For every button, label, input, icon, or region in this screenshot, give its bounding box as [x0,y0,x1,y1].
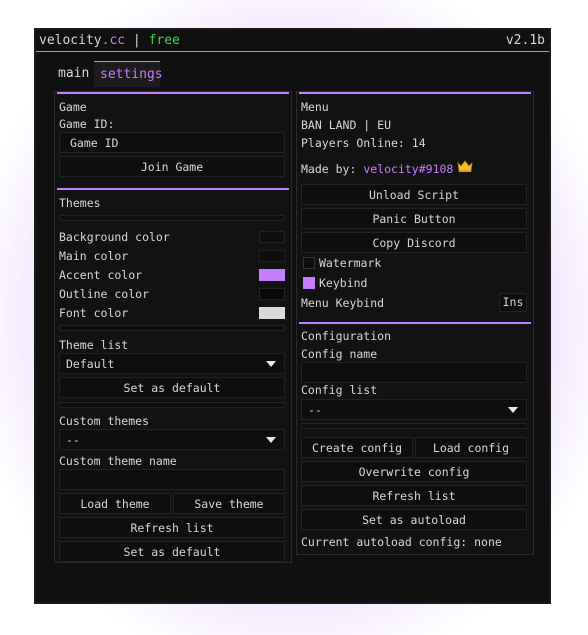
chevron-down-icon [266,361,276,367]
load-theme-button[interactable]: Load theme [59,493,171,514]
main-color-label: Main color [59,249,129,263]
theme-set-default-button-2[interactable]: Set as default [59,541,285,562]
keybind-label: Keybind [319,276,368,290]
themes-section: Themes Background color Main color Accen… [57,188,289,562]
configuration-section: Configuration Config name Config list --… [299,322,531,552]
watermark-checkbox[interactable] [303,257,315,269]
title-bar[interactable]: velocity.cc | free v2.1b [36,30,549,52]
font-color-swatch[interactable] [259,307,285,319]
menu-keybind-label: Menu Keybind [301,296,385,310]
config-list-dropdown[interactable]: -- [301,399,527,420]
set-autoload-button[interactable]: Set as autoload [301,509,527,530]
made-by-label: Made by: velocity#9108 [301,162,454,176]
theme-list-dropdown[interactable]: Default [59,353,285,374]
custom-theme-name-input[interactable] [59,469,285,490]
menu-keybind-button[interactable]: Ins [499,293,527,312]
outline-color-label: Outline color [59,287,150,301]
config-divider-bar [301,423,527,429]
theme-set-default-button[interactable]: Set as default [59,377,285,398]
custom-theme-name-label: Custom theme name [59,454,177,468]
chevron-down-icon [508,407,518,413]
game-section: Game Game ID: Game ID Join Game [57,92,289,178]
app-title: velocity.cc | free [39,33,180,48]
theme-divider-bar [59,325,285,331]
custom-divider-bar [59,402,285,408]
game-heading: Game [59,100,87,114]
refresh-config-list-button[interactable]: Refresh list [301,485,527,506]
version-label: v2.1b [505,33,545,48]
panic-button[interactable]: Panic Button [301,208,527,229]
game-id-placeholder: Game ID [70,136,119,150]
config-list-label: Config list [301,383,378,397]
keybind-checkbox[interactable] [303,277,315,289]
overwrite-config-button[interactable]: Overwrite config [301,461,527,482]
custom-themes-dropdown[interactable]: -- [59,429,285,450]
themes-heading: Themes [59,196,101,210]
server-label: BAN LAND | EU [301,118,392,132]
left-column: Game Game ID: Game ID Join Game Themes B… [54,91,292,563]
theme-list-value: Default [66,357,115,371]
save-theme-button[interactable]: Save theme [173,493,285,514]
load-config-button[interactable]: Load config [415,437,527,458]
config-name-label: Config name [301,347,378,361]
unload-script-button[interactable]: Unload Script [301,184,527,205]
background-color-swatch[interactable] [259,231,285,243]
current-autoload-label: Current autoload config: none [301,535,502,549]
watermark-label: Watermark [319,256,382,270]
current-autoload-value: none [474,535,502,549]
configuration-heading: Configuration [301,329,392,343]
menu-heading: Menu [301,100,329,114]
config-list-value: -- [308,403,322,417]
refresh-themes-button[interactable]: Refresh list [59,517,285,538]
game-id-label: Game ID: [59,117,115,131]
main-color-swatch[interactable] [259,250,285,262]
themes-divider-bar [59,215,285,221]
config-name-input[interactable] [301,362,527,383]
theme-list-label: Theme list [59,338,129,352]
players-online-label: Players Online: 14 [301,136,426,150]
accent-color-label: Accent color [59,268,143,282]
game-id-input[interactable]: Game ID [59,132,285,153]
right-column: Menu BAN LAND | EU Players Online: 14 Ma… [296,91,534,555]
create-config-button[interactable]: Create config [301,437,413,458]
chevron-down-icon [266,437,276,443]
custom-themes-label: Custom themes [59,414,150,428]
app-window: velocity.cc | free v2.1b main settings G… [34,28,551,604]
font-color-label: Font color [59,306,129,320]
crown-icon [457,160,473,172]
menu-section: Menu BAN LAND | EU Players Online: 14 Ma… [299,92,531,316]
join-game-button[interactable]: Join Game [59,156,285,177]
custom-themes-value: -- [66,433,80,447]
copy-discord-button[interactable]: Copy Discord [301,232,527,253]
author-link[interactable]: velocity#9108 [363,162,453,176]
accent-color-swatch[interactable] [259,269,285,281]
tab-settings[interactable]: settings [94,61,163,87]
background-color-label: Background color [59,230,170,244]
outline-color-swatch[interactable] [259,288,285,300]
